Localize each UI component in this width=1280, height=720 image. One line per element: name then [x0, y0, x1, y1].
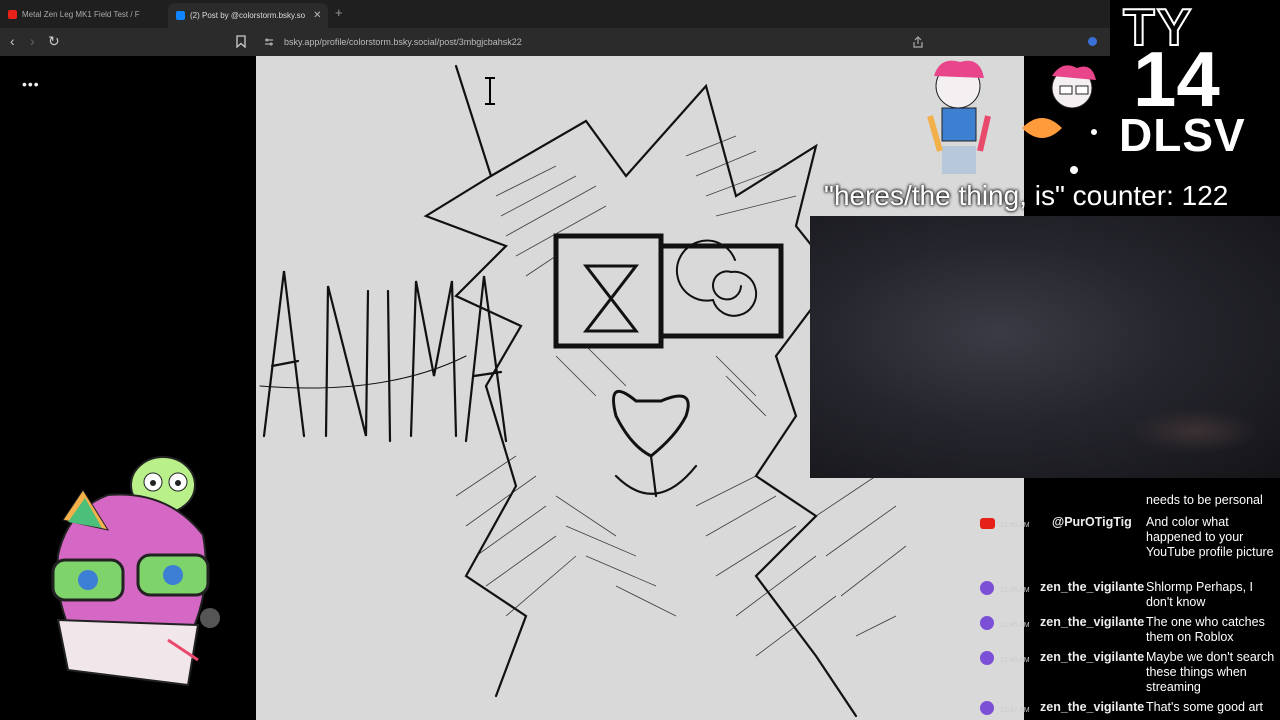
chat-username: zen_the_vigilante: [1040, 650, 1145, 664]
streamer-avatar-top: [927, 60, 991, 174]
new-tab-button[interactable]: +: [335, 5, 343, 20]
share-icon[interactable]: [912, 35, 924, 53]
back-button[interactable]: ‹: [10, 33, 15, 49]
logo-line-2: 14: [1133, 35, 1220, 123]
channel-logo: TY 14 DLSV: [1113, 0, 1280, 163]
chat-message-text: Maybe we don't search these things when …: [1146, 650, 1275, 694]
chat-timestamp: 12:45 AM: [1000, 622, 1030, 629]
extension-icon[interactable]: [1088, 37, 1097, 46]
chat-timestamp: 12:45 AM: [1000, 587, 1030, 594]
bluesky-favicon-icon: [176, 11, 185, 20]
more-options-icon[interactable]: •••: [22, 76, 40, 92]
streamer-avatar-right: [1022, 65, 1097, 174]
chat-timestamp: 12:47 AM: [1000, 707, 1030, 714]
chat-message-text: Shlormp Perhaps, I don't know: [1146, 580, 1253, 609]
logo-line-3: DLSV: [1119, 109, 1246, 161]
twitch-icon: [980, 581, 994, 595]
chat-username: zen_the_vigilante: [1040, 700, 1145, 714]
chat-username: zen_the_vigilante: [1040, 580, 1145, 594]
tab-bluesky-post[interactable]: (2) Post by @colorstorm.bsky.so ✕: [168, 3, 328, 28]
reload-button[interactable]: ↻: [48, 33, 60, 49]
bookmark-icon[interactable]: [236, 35, 246, 48]
twitch-icon: [980, 616, 994, 630]
tab-title: (2) Post by @colorstorm.bsky.so: [190, 11, 306, 20]
webcam-feed: [810, 216, 1280, 478]
tab-title: Metal Zen Leg MK1 Field Test / F: [22, 9, 140, 19]
tab-youtube-video[interactable]: Metal Zen Leg MK1 Field Test / F: [0, 4, 160, 24]
streamer-avatar-left: [51, 456, 220, 687]
address-bar[interactable]: bsky.app/profile/colorstorm.bsky.social/…: [250, 31, 990, 53]
chat-overlay: needs to be personal 12:45 AM @PurOTigTi…: [970, 488, 1280, 720]
text-cursor-icon: [485, 77, 495, 105]
twitch-icon: [980, 651, 994, 665]
chat-message-text: needs to be personal: [1146, 493, 1263, 507]
chat-message-text: The one who catches them on Roblox: [1146, 615, 1265, 644]
tab-bar: Metal Zen Leg MK1 Field Test / F (2) Pos…: [0, 0, 1110, 28]
browser-toolbar: ‹ › ↻ bsky.app/profile/colorstorm.bsky.s…: [0, 28, 1110, 56]
youtube-icon: [980, 518, 995, 529]
chat-timestamp: 12:45 AM: [1000, 522, 1030, 529]
forward-button[interactable]: ›: [30, 33, 35, 49]
chat-timestamp: 12:46 AM: [1000, 657, 1030, 664]
twitch-icon: [980, 701, 994, 715]
webcam-light: [1130, 408, 1260, 454]
chat-username: zen_the_vigilante: [1040, 615, 1145, 629]
close-tab-icon[interactable]: ✕: [313, 10, 321, 21]
chat-message-text: And color what happened to your YouTube …: [1146, 515, 1274, 559]
site-info-icon[interactable]: [264, 37, 274, 47]
chat-username: @PurOTigTig: [1052, 515, 1132, 529]
phrase-counter: "heres/the thing, is" counter: 122: [824, 180, 1229, 211]
chat-message-text: That's some good art: [1146, 700, 1264, 714]
youtube-favicon-icon: [8, 9, 17, 19]
url-text: bsky.app/profile/colorstorm.bsky.social/…: [284, 37, 522, 47]
